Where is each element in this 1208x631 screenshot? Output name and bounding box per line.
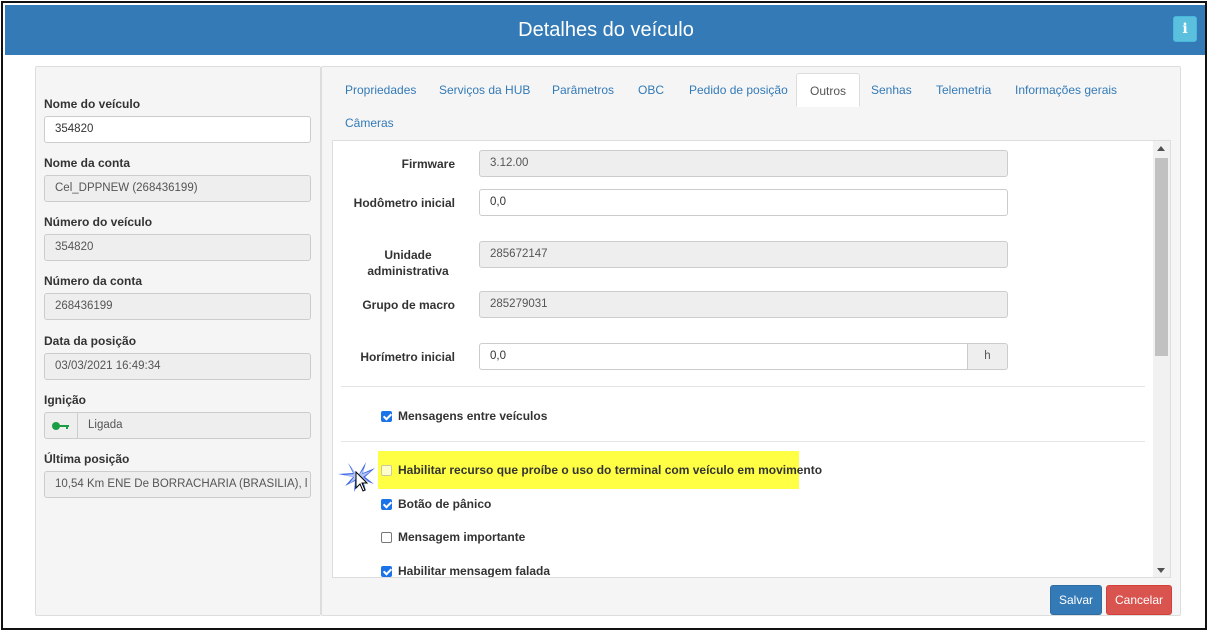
checkbox-row-spoken-message[interactable]: Habilitar mensagem falada [381,561,551,578]
admin-unit-label-line1: Unidade [384,248,432,262]
checkbox-checked-icon[interactable] [381,410,392,422]
info-icon[interactable]: i [1173,16,1197,42]
checkbox-row-panic-button[interactable]: Botão de pânico [381,494,491,514]
checkbox-row-important-message[interactable]: Mensagem importante [381,527,525,547]
modal-title: Detalhes do veículo [518,19,694,41]
key-icon [52,421,70,430]
position-date-field: 03/03/2021 16:49:34 [44,353,311,380]
ignition-field: Ligada [44,412,311,439]
account-name-field: Cel_DPPNEW (268436199) [44,175,311,202]
odometer-label: Hodômetro inicial [353,196,455,210]
tab-pedido-posicao[interactable]: Pedido de posição [676,73,801,107]
position-date-label: Data da posição [44,334,137,348]
outros-tab-content[interactable]: Firmware 3.12.00 Hodômetro inicial 0,0 U… [332,141,1171,578]
details-panel: Propriedades Serviços da HUB Parâmetros … [321,66,1181,616]
admin-unit-label-line2: administrativa [367,264,449,278]
odometer-input[interactable]: 0,0 [479,189,1008,216]
vehicle-number-label: Número do veículo [44,215,153,229]
admin-unit-field: 285672147 [479,241,1008,268]
account-number-field: 268436199 [44,293,311,320]
checkbox-label: Habilitar recurso que proíbe o uso do te… [398,463,823,477]
last-position-label: Última posição [44,452,130,466]
tab-bar: Propriedades Serviços da HUB Parâmetros … [332,73,1172,140]
tab-outros[interactable]: Outros [796,73,861,107]
checkbox-row-vehicle-messages[interactable]: Mensagens entre veículos [381,406,547,426]
vehicle-name-label: Nome do veículo [44,97,141,111]
checkbox-unchecked-icon[interactable] [381,464,392,476]
macro-group-field: 285279031 [479,291,1008,318]
modal-body: Nome do veículo 354820 Nome da conta Cel… [5,55,1205,628]
divider [341,441,1145,442]
last-position-field: 10,54 Km ENE De BORRACHARIA (BRASILIA), … [44,471,311,498]
vehicle-name-input[interactable]: 354820 [44,116,311,143]
save-button[interactable]: Salvar [1050,585,1102,615]
tab-informacoes-gerais[interactable]: Informações gerais [1002,73,1130,107]
vehicle-number-field: 354820 [44,234,311,261]
tab-servicos-hub[interactable]: Serviços da HUB [426,73,543,107]
divider [341,386,1145,387]
checkbox-row-block-terminal-in-motion[interactable]: Habilitar recurso que proíbe o uso do te… [381,460,822,480]
tab-senhas[interactable]: Senhas [858,73,925,107]
firmware-field: 3.12.00 [479,150,1008,177]
modal-header: Detalhes do veículo i [5,5,1205,55]
account-name-label: Nome da conta [44,156,131,170]
tab-propriedades[interactable]: Propriedades [332,73,429,107]
ignition-value: Ligada [88,419,123,431]
checkbox-label: Mensagem importante [398,530,526,544]
ignition-addon [45,413,78,438]
hourmeter-unit: h [968,343,1008,370]
scrollbar-thumb[interactable] [1155,158,1168,356]
window-frame: Detalhes do veículo i Nome do veículo 35… [1,1,1207,630]
scroll-up-arrow-icon[interactable] [1157,146,1165,151]
cancel-button[interactable]: Cancelar [1106,585,1172,615]
tab-obc[interactable]: OBC [625,73,677,107]
tab-cameras[interactable]: Câmeras [332,106,407,140]
macro-group-label: Grupo de macro [362,298,455,312]
tab-parametros[interactable]: Parâmetros [539,73,627,107]
mouse-cursor-icon [336,458,376,494]
checkbox-label: Botão de pânico [398,497,492,511]
hourmeter-input[interactable]: 0,0 [479,343,968,370]
checkbox-unchecked-icon[interactable] [381,531,392,543]
vehicle-summary-panel: Nome do veículo 354820 Nome da conta Cel… [35,66,321,616]
tab-telemetria[interactable]: Telemetria [923,73,1004,107]
ignition-label: Ignição [44,393,87,407]
checkbox-checked-icon[interactable] [381,498,392,510]
checkbox-label: Mensagens entre veículos [398,409,548,423]
checkbox-checked-icon[interactable] [381,565,392,577]
scroll-down-arrow-icon[interactable] [1157,568,1165,573]
hourmeter-label: Horímetro inicial [360,350,455,364]
firmware-label: Firmware [401,157,455,171]
checkbox-label: Habilitar mensagem falada [398,564,551,578]
vertical-scrollbar[interactable] [1153,141,1170,577]
account-number-label: Número da conta [44,274,143,288]
